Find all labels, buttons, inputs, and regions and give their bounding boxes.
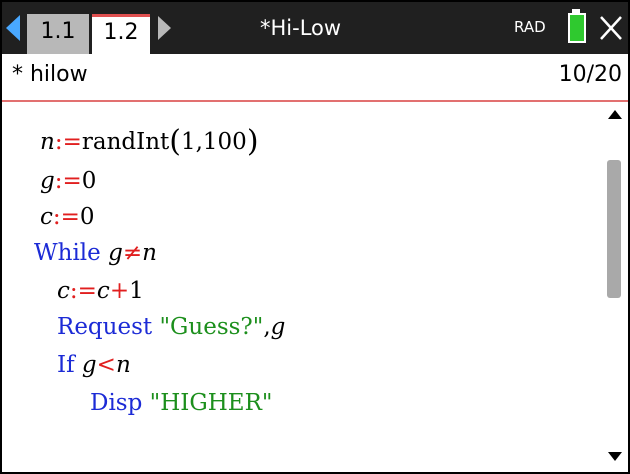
scrollbar-thumb[interactable] [607, 160, 621, 298]
var-c: c [40, 204, 53, 230]
document-title: *Hi-Low [260, 16, 342, 40]
assign-op: := [54, 129, 82, 155]
value: 1 [129, 278, 144, 304]
var-c: c [57, 278, 70, 304]
var-n: n [142, 240, 157, 266]
close-icon[interactable] [598, 10, 624, 44]
func-args: 1,100 [180, 129, 247, 155]
var-g: g [108, 240, 123, 266]
tab-1-1[interactable]: 1.1 [27, 14, 89, 54]
angle-mode-indicator: RAD [514, 18, 546, 36]
keyword-while: While [34, 240, 101, 266]
code-line-5[interactable]: c:=c+1 [57, 278, 144, 304]
var-g: g [40, 168, 55, 194]
value: 0 [79, 204, 95, 230]
assign-op: := [54, 168, 82, 194]
code-line-8[interactable]: Disp "HIGHER" [90, 390, 272, 416]
keyword-request: Request [57, 314, 153, 340]
next-page-arrow-icon[interactable] [158, 16, 171, 40]
assign-op: := [52, 204, 80, 230]
program-name: * hilow [12, 62, 88, 87]
code-line-4[interactable]: While g≠n [34, 240, 157, 266]
var-n: n [115, 352, 131, 378]
calculator-window: 1.1 1.2 *Hi-Low RAD * hilow 10/20 n:=ran… [0, 0, 630, 474]
code-line-1[interactable]: n:=randInt(1,100) [40, 124, 259, 159]
var-g: g [270, 314, 286, 340]
scroll-up-arrow-icon[interactable] [608, 110, 622, 119]
code-line-6[interactable]: Request "Guess?",g [57, 314, 285, 340]
battery-icon [568, 13, 586, 43]
keyword-disp: Disp [90, 390, 143, 416]
not-equal-op: ≠ [122, 240, 143, 266]
close-paren: ) [246, 124, 259, 159]
plus-op: + [109, 278, 130, 304]
vertical-scrollbar[interactable] [602, 102, 628, 472]
var-g: g [81, 352, 97, 378]
previous-page-arrow-icon[interactable] [6, 15, 20, 41]
code-line-7[interactable]: If g<n [57, 352, 131, 378]
comma: , [263, 314, 271, 340]
top-bar: 1.1 1.2 *Hi-Low RAD [2, 2, 628, 57]
tab-1-2[interactable]: 1.2 [92, 14, 150, 57]
program-editor[interactable]: n:=randInt(1,100) g:=0 c:=0 While g≠n c:… [2, 102, 602, 472]
less-than-op: < [96, 352, 116, 378]
var-c: c [96, 278, 110, 304]
string-literal: "HIGHER" [149, 390, 273, 416]
value: 0 [81, 168, 97, 194]
assign-op: := [69, 278, 97, 304]
code-line-2[interactable]: g:=0 [40, 168, 96, 194]
func-randint: randInt [81, 129, 170, 155]
var-n: n [40, 129, 55, 155]
open-paren: ( [169, 124, 181, 159]
scroll-down-arrow-icon[interactable] [608, 452, 622, 461]
code-line-3[interactable]: c:=0 [40, 204, 95, 230]
program-header: * hilow 10/20 [2, 54, 628, 102]
line-position: 10/20 [558, 62, 622, 87]
keyword-if: If [57, 352, 75, 378]
string-literal: "Guess?" [159, 314, 264, 340]
